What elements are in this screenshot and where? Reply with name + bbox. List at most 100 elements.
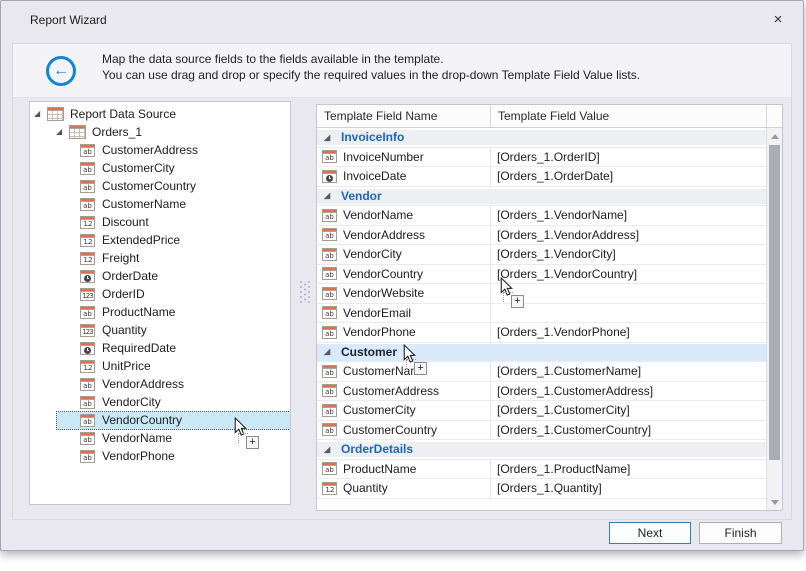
- expand-collapse-glyph-icon[interactable]: [324, 347, 337, 356]
- group-label: OrderDetails: [341, 442, 413, 456]
- tree-item-vendorname[interactable]: VendorName: [30, 429, 290, 447]
- window-title: Report Wizard: [30, 13, 107, 27]
- tree-item-freight[interactable]: Freight: [30, 249, 290, 267]
- text-field-icon: [80, 306, 95, 319]
- tree-item-label: VendorCity: [101, 393, 161, 411]
- tree-item-orderid[interactable]: OrderID: [30, 285, 290, 303]
- text-field-icon: [322, 384, 337, 397]
- close-icon[interactable]: ×: [769, 10, 787, 30]
- template-field-name-cell: CustomerCity: [317, 401, 491, 420]
- field-label: Quantity: [343, 481, 388, 495]
- field-row-vendorcity: VendorCity [Orders_1.VendorCity]: [317, 245, 766, 265]
- tree-item-label: Orders_1: [91, 123, 142, 141]
- number-field-icon: [80, 288, 95, 301]
- template-field-value-cell[interactable]: [Orders_1.ProductName]: [491, 460, 766, 479]
- text-field-icon: [80, 198, 95, 211]
- field-label: VendorCity: [343, 247, 402, 261]
- template-field-value-cell[interactable]: [Orders_1.Quantity]: [491, 479, 766, 498]
- text-field-icon: [80, 432, 95, 445]
- vertical-scrollbar[interactable]: [766, 128, 782, 510]
- text-field-icon: [322, 248, 337, 261]
- field-label: InvoiceNumber: [343, 150, 424, 164]
- report-data-source-tree: Report Data SourceOrders_1CustomerAddres…: [29, 101, 291, 505]
- template-field-value-cell[interactable]: [Orders_1.CustomerCity]: [491, 401, 766, 420]
- field-label: ProductName: [343, 462, 416, 476]
- expand-collapse-glyph-icon[interactable]: [324, 191, 337, 200]
- date-field-icon: [80, 270, 95, 283]
- expand-collapse-glyph-icon[interactable]: [34, 105, 47, 123]
- splitter-grip[interactable]: [300, 281, 312, 305]
- grid-header-row: Template Field Name Template Field Value: [317, 105, 782, 128]
- template-field-value-cell[interactable]: [Orders_1.VendorCountry]: [491, 265, 766, 284]
- scroll-up-arrow-icon[interactable]: [767, 128, 782, 144]
- tree-item-vendoraddress[interactable]: VendorAddress: [30, 375, 290, 393]
- template-field-name-cell: VendorEmail: [317, 304, 491, 323]
- field-row-vendorwebsite: VendorWebsite: [317, 284, 766, 304]
- field-label: CustomerCountry: [343, 423, 437, 437]
- tree-item-extendedprice[interactable]: ExtendedPrice: [30, 231, 290, 249]
- text-field-icon: [80, 144, 95, 157]
- template-field-value-cell[interactable]: [Orders_1.OrderID]: [491, 148, 766, 167]
- finish-button[interactable]: Finish: [699, 522, 782, 544]
- group-row-invoiceinfo[interactable]: InvoiceInfo: [317, 128, 766, 148]
- tree-item-orders-1[interactable]: Orders_1: [30, 123, 290, 141]
- field-label: CustomerAddress: [343, 384, 439, 398]
- tree-item-vendorphone[interactable]: VendorPhone: [30, 447, 290, 465]
- group-label: Vendor: [341, 189, 382, 203]
- text-field-icon: [322, 287, 337, 300]
- tree-item-discount[interactable]: Discount: [30, 213, 290, 231]
- template-field-value-cell[interactable]: [Orders_1.CustomerName]: [491, 362, 766, 381]
- tree-item-label: OrderID: [101, 285, 145, 303]
- field-row-vendorcountry: VendorCountry [Orders_1.VendorCountry]: [317, 265, 766, 285]
- scrollbar-thumb[interactable]: [769, 145, 780, 460]
- template-field-value-cell[interactable]: [Orders_1.CustomerAddress]: [491, 382, 766, 401]
- back-arrow-icon: [46, 56, 76, 86]
- scroll-down-arrow-icon[interactable]: [767, 494, 782, 510]
- field-row-customercountry: CustomerCountry [Orders_1.CustomerCountry…: [317, 421, 766, 441]
- tree-item-productname[interactable]: ProductName: [30, 303, 290, 321]
- tree-item-customeraddress[interactable]: CustomerAddress: [30, 141, 290, 159]
- column-header-template-field-name[interactable]: Template Field Name: [317, 105, 491, 127]
- template-field-value-cell[interactable]: [Orders_1.VendorPhone]: [491, 323, 766, 342]
- template-field-name-cell: VendorCity: [317, 245, 491, 264]
- report-wizard-dialog: Report Wizard × Map the data source fiel…: [0, 0, 804, 551]
- template-field-name-cell: VendorCountry: [317, 265, 491, 284]
- field-row-vendoremail: VendorEmail: [317, 304, 766, 324]
- template-field-value-cell[interactable]: [Orders_1.VendorAddress]: [491, 226, 766, 245]
- field-label: VendorPhone: [343, 325, 416, 339]
- tree-item-report-data-source[interactable]: Report Data Source: [30, 105, 290, 123]
- expand-collapse-glyph-icon[interactable]: [324, 133, 337, 142]
- tree-item-customercountry[interactable]: CustomerCountry: [30, 177, 290, 195]
- number-field-icon: [80, 252, 95, 265]
- template-field-value-cell[interactable]: [491, 304, 766, 323]
- tree-item-unitprice[interactable]: UnitPrice: [30, 357, 290, 375]
- field-label: VendorCountry: [343, 267, 423, 281]
- text-field-icon: [322, 150, 337, 163]
- tree-item-orderdate[interactable]: OrderDate: [30, 267, 290, 285]
- field-label: VendorWebsite: [343, 286, 424, 300]
- template-field-value-cell[interactable]: [Orders_1.VendorCity]: [491, 245, 766, 264]
- tree-item-requireddate[interactable]: RequiredDate: [30, 339, 290, 357]
- template-field-value-cell[interactable]: [491, 284, 766, 303]
- text-field-icon: [80, 396, 95, 409]
- intro-line-1: Map the data source fields to the fields…: [102, 52, 640, 68]
- tree-item-label: VendorCountry: [101, 411, 182, 429]
- expand-collapse-glyph-icon[interactable]: [324, 445, 337, 454]
- tree-item-vendorcountry[interactable]: VendorCountry: [30, 411, 290, 429]
- tree-item-vendorcity[interactable]: VendorCity: [30, 393, 290, 411]
- template-field-value-cell[interactable]: [Orders_1.OrderDate]: [491, 167, 766, 186]
- template-field-value-cell[interactable]: [Orders_1.VendorName]: [491, 206, 766, 225]
- wizard-intro-header: Map the data source fields to the fields…: [13, 44, 791, 98]
- tree-item-customercity[interactable]: CustomerCity: [30, 159, 290, 177]
- title-bar[interactable]: Report Wizard ×: [1, 1, 803, 43]
- field-row-quantity: Quantity [Orders_1.Quantity]: [317, 479, 766, 499]
- group-row-vendor[interactable]: Vendor: [317, 187, 766, 207]
- expand-collapse-glyph-icon[interactable]: [56, 123, 69, 141]
- tree-item-customername[interactable]: CustomerName: [30, 195, 290, 213]
- next-button[interactable]: Next: [609, 522, 691, 544]
- template-field-value-cell[interactable]: [Orders_1.CustomerCountry]: [491, 421, 766, 440]
- group-row-orderdetails[interactable]: OrderDetails: [317, 440, 766, 460]
- tree-item-quantity[interactable]: Quantity: [30, 321, 290, 339]
- column-header-template-field-value[interactable]: Template Field Value: [491, 105, 766, 127]
- group-row-customer[interactable]: Customer: [317, 343, 766, 363]
